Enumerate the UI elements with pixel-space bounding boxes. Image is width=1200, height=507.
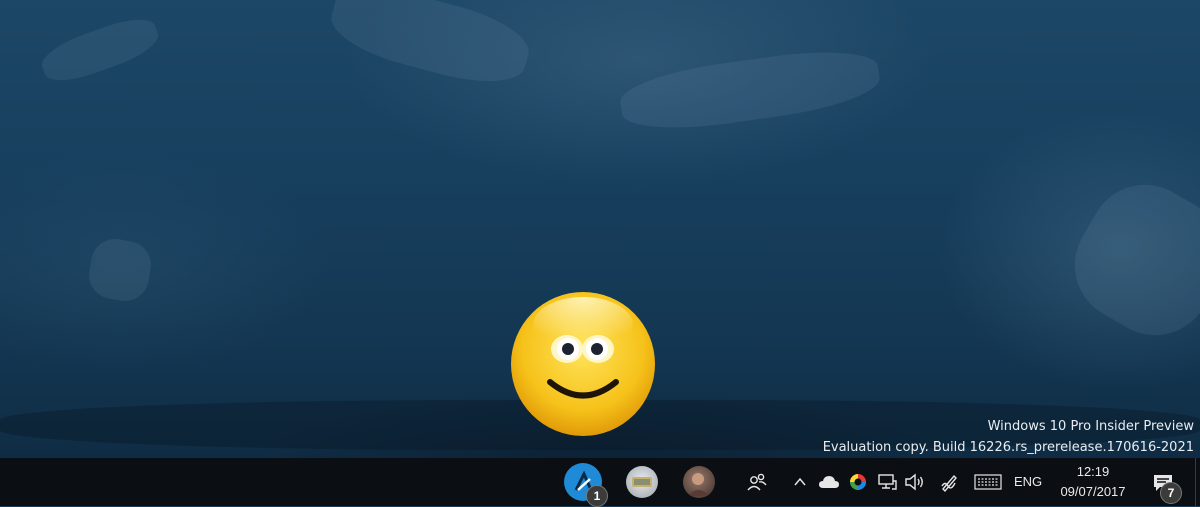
wallpaper-texture	[617, 42, 883, 138]
wallpaper-texture	[1054, 164, 1200, 356]
show-desktop-button[interactable]	[1195, 458, 1200, 506]
volume-icon[interactable]	[903, 470, 927, 494]
people-icon[interactable]	[744, 470, 770, 494]
notification-count-badge: 7	[1160, 482, 1182, 504]
people-contact-icon	[626, 466, 658, 498]
network-icon[interactable]	[875, 470, 899, 494]
smiley-emoticon-icon	[511, 292, 655, 436]
people-contact-avatar-icon	[683, 466, 715, 498]
taskbar-contact-1[interactable]	[620, 460, 664, 504]
wallpaper-texture	[324, 0, 536, 95]
onedrive-cloud-icon[interactable]	[817, 470, 841, 494]
input-language-indicator[interactable]: ENG	[1014, 474, 1042, 489]
taskbar-app-a[interactable]: 1	[561, 460, 608, 507]
action-center-button[interactable]: 7	[1145, 466, 1182, 504]
touch-keyboard-icon[interactable]	[973, 470, 1003, 494]
clock[interactable]: 12:19 09/07/2017	[1052, 462, 1134, 502]
chevron-up-icon[interactable]	[790, 470, 810, 494]
watermark-line-1: Windows 10 Pro Insider Preview	[987, 419, 1194, 434]
clock-date: 09/07/2017	[1060, 484, 1126, 499]
color-app-icon[interactable]	[847, 470, 869, 494]
taskbar-contact-2[interactable]	[677, 460, 721, 504]
wallpaper-texture	[85, 235, 155, 305]
windows-evaluation-watermark: Windows 10 Pro Insider Preview Evaluatio…	[823, 416, 1194, 458]
watermark-line-2: Evaluation copy. Build 16226.rs_prerelea…	[822, 440, 1194, 455]
pen-workspace-icon[interactable]	[938, 470, 962, 494]
wallpaper-texture	[36, 10, 164, 90]
unread-badge: 1	[586, 485, 608, 507]
taskbar: 1 ENG 12:19 09/07/2017 7	[0, 458, 1200, 507]
clock-time: 12:19	[1076, 464, 1110, 479]
